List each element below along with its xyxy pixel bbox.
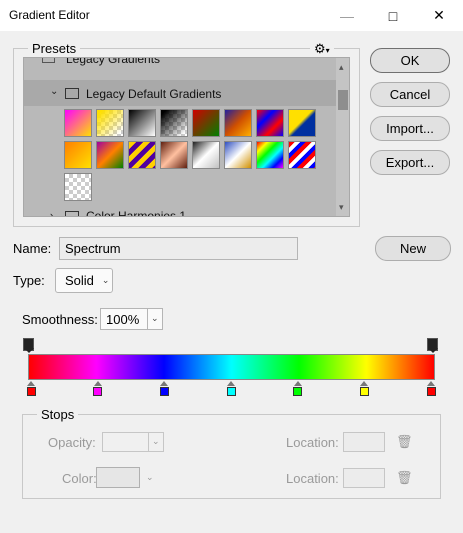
gradient-swatch[interactable] <box>64 109 92 137</box>
presets-label: Presets <box>28 41 81 56</box>
chevron-down-icon[interactable]: ⌄ <box>50 86 58 97</box>
color-location-label: Location: <box>286 471 339 486</box>
type-dropdown[interactable]: Solid ⌄ <box>55 268 113 293</box>
gradient-swatch[interactable] <box>160 141 188 169</box>
export-button[interactable]: Export... <box>370 150 450 175</box>
color-stop-pointer <box>227 381 235 386</box>
gradient-swatch[interactable] <box>160 109 188 137</box>
opacity-stop-right-pointer <box>428 348 438 353</box>
folder-icon <box>65 211 79 216</box>
gradient-swatch[interactable] <box>64 141 92 169</box>
type-value: Solid <box>65 273 94 288</box>
maximize-button[interactable]: □ <box>370 0 416 31</box>
color-location-field[interactable] <box>343 468 385 488</box>
type-label: Type: <box>13 273 45 288</box>
color-stop-pointer <box>293 381 302 386</box>
gradient-swatch[interactable] <box>288 109 316 137</box>
smoothness-label: Smoothness: <box>22 312 98 327</box>
color-stop[interactable] <box>359 387 369 396</box>
gradient-swatch[interactable] <box>256 141 284 169</box>
presets-list[interactable]: Legacy Gradients ⌄ Legacy Default Gradie… <box>23 57 350 217</box>
folder-icon <box>65 88 79 99</box>
gradient-swatch[interactable] <box>96 109 124 137</box>
window-title: Gradient Editor <box>9 8 90 22</box>
color-label: Color: <box>62 471 97 486</box>
color-stop[interactable] <box>226 387 236 396</box>
chevron-down-icon[interactable]: ⌄ <box>146 472 154 483</box>
color-stop-pointer <box>427 381 435 386</box>
chevron-down-icon[interactable]: ⌄ <box>151 313 159 324</box>
gradient-swatch[interactable] <box>96 141 124 169</box>
gradient-swatch[interactable] <box>128 141 156 169</box>
scrollbar[interactable] <box>336 58 349 216</box>
stops-label: Stops <box>37 407 79 422</box>
gradient-swatch[interactable] <box>256 109 284 137</box>
color-stop-pointer <box>160 381 169 386</box>
opacity-location-field[interactable] <box>343 432 385 452</box>
import-button[interactable]: Import... <box>370 116 450 141</box>
color-stop-pointer <box>27 381 35 386</box>
color-stop[interactable] <box>293 387 303 396</box>
opacity-field[interactable]: ⌄ <box>102 432 164 452</box>
close-button[interactable]: ✕ <box>416 0 462 31</box>
name-label: Name: <box>13 241 52 256</box>
folder-color-harmonies[interactable]: Color Harmonies 1 <box>86 209 186 216</box>
scroll-down-icon[interactable]: ▾ <box>339 202 344 213</box>
gradient-swatch[interactable] <box>224 109 252 137</box>
chevron-down-icon[interactable]: ⌄ <box>152 436 160 447</box>
color-stop[interactable] <box>159 387 169 396</box>
folder-legacy-default-gradients[interactable]: Legacy Default Gradients <box>86 87 221 101</box>
cancel-button[interactable]: Cancel <box>370 82 450 107</box>
trash-icon[interactable]: 🗑 <box>396 434 413 450</box>
close-icon: ✕ <box>433 7 445 23</box>
gradient-swatch[interactable] <box>64 173 92 201</box>
gradient-swatch[interactable] <box>288 141 316 169</box>
new-button[interactable]: New <box>375 236 451 261</box>
gradient-bar[interactable] <box>28 354 435 380</box>
folder-legacy-gradients[interactable]: Legacy Gradients <box>66 58 160 66</box>
opacity-location-label: Location: <box>286 435 339 450</box>
scroll-up-icon[interactable]: ▴ <box>339 62 344 73</box>
minimize-button[interactable]: — <box>324 0 370 31</box>
opacity-stop-left-pointer <box>24 348 34 353</box>
gradient-swatch[interactable] <box>192 109 220 137</box>
color-swatch[interactable] <box>96 467 140 488</box>
gradient-swatch[interactable] <box>128 109 156 137</box>
color-stop[interactable] <box>93 387 103 396</box>
trash-icon[interactable]: 🗑 <box>396 470 413 486</box>
chevron-down-icon: ⌄ <box>101 275 110 285</box>
gradient-swatch[interactable] <box>192 141 220 169</box>
minimize-icon: — <box>340 7 354 24</box>
folder-icon <box>42 58 55 63</box>
color-stop[interactable] <box>26 387 36 396</box>
smoothness-value[interactable]: 100% <box>106 312 139 327</box>
scrollbar-thumb[interactable] <box>338 90 348 110</box>
gradient-swatch[interactable] <box>224 141 252 169</box>
chevron-right-icon[interactable]: › <box>50 210 53 216</box>
color-stop-pointer <box>93 381 102 386</box>
gear-icon[interactable]: ⚙▾ <box>310 41 334 57</box>
opacity-label: Opacity: <box>48 435 96 450</box>
smoothness-field[interactable]: 100% ⌄ <box>100 308 163 330</box>
color-stop[interactable] <box>426 387 436 396</box>
ok-button[interactable]: OK <box>370 48 450 73</box>
color-stop-pointer <box>360 381 369 386</box>
name-field[interactable]: Spectrum <box>59 237 298 260</box>
maximize-icon: □ <box>388 7 398 24</box>
